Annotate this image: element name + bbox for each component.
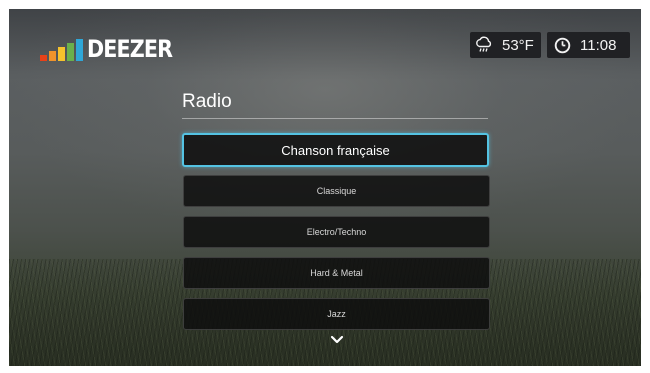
title-divider bbox=[182, 118, 488, 119]
equalizer-logo-icon bbox=[40, 39, 83, 61]
time-value: 11:08 bbox=[580, 36, 617, 54]
temperature-value: 53°F bbox=[502, 36, 534, 54]
radio-item-electro-techno[interactable]: Electro/Techno bbox=[183, 216, 490, 248]
clock-icon bbox=[554, 37, 571, 53]
radio-item-hard-metal[interactable]: Hard & Metal bbox=[183, 257, 490, 289]
radio-item-chanson-francaise[interactable]: Chanson française bbox=[182, 133, 489, 167]
clock-badge: 11:08 bbox=[547, 32, 630, 58]
logo-wordmark: DEEZER bbox=[87, 35, 173, 63]
header-bar: DEEZER 53°F 11:08 bbox=[9, 9, 641, 81]
page-title: Radio bbox=[182, 91, 232, 112]
deezer-logo: DEEZER bbox=[40, 35, 186, 61]
cloud-rain-icon bbox=[476, 36, 492, 52]
chevron-down-icon[interactable] bbox=[330, 335, 344, 345]
radio-item-classique[interactable]: Classique bbox=[183, 175, 490, 207]
weather-badge: 53°F bbox=[470, 32, 541, 58]
radio-item-jazz[interactable]: Jazz bbox=[183, 298, 490, 330]
tv-screen: DEEZER 53°F 11:08 Radio Chanson français… bbox=[9, 9, 641, 366]
